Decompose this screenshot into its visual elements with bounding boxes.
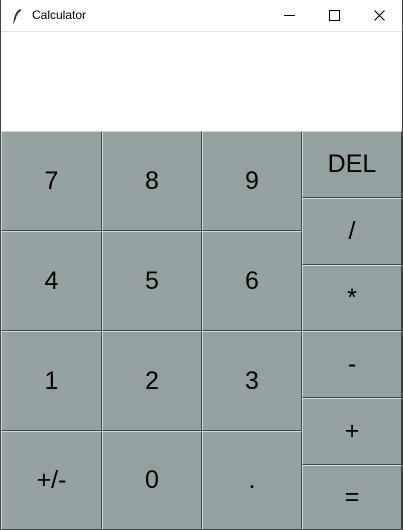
- key-5[interactable]: 5: [102, 231, 202, 331]
- key-decimal[interactable]: .: [202, 431, 302, 530]
- key-0[interactable]: 0: [102, 431, 202, 530]
- key-2[interactable]: 2: [102, 331, 202, 431]
- title-bar: Calculator: [1, 0, 402, 32]
- minimize-icon: [284, 15, 295, 16]
- keypad: 7 8 9 4 5 6 1 2 3 +/- 0 . DEL / * - + =: [1, 131, 402, 530]
- window-title: Calculator: [32, 8, 87, 22]
- subtract-button[interactable]: -: [302, 331, 402, 398]
- key-1[interactable]: 1: [1, 331, 102, 431]
- equals-button[interactable]: =: [302, 465, 402, 530]
- divide-button[interactable]: /: [302, 198, 402, 265]
- delete-button[interactable]: DEL: [302, 131, 402, 198]
- close-icon: [374, 10, 385, 21]
- result-display: [1, 32, 402, 131]
- key-9[interactable]: 9: [202, 131, 302, 231]
- key-6[interactable]: 6: [202, 231, 302, 331]
- minimize-button[interactable]: [267, 0, 312, 31]
- key-7[interactable]: 7: [1, 131, 102, 231]
- key-3[interactable]: 3: [202, 331, 302, 431]
- multiply-button[interactable]: *: [302, 265, 402, 331]
- close-button[interactable]: [357, 0, 402, 31]
- key-8[interactable]: 8: [102, 131, 202, 231]
- add-button[interactable]: +: [302, 398, 402, 465]
- key-4[interactable]: 4: [1, 231, 102, 331]
- maximize-icon: [329, 10, 340, 21]
- feather-icon: [13, 9, 22, 24]
- maximize-button[interactable]: [312, 0, 357, 31]
- calculator-window: Calculator 7 8 9 4 5 6 1 2 3 +/- 0 . DEL…: [0, 0, 403, 530]
- key-negate[interactable]: +/-: [1, 431, 102, 530]
